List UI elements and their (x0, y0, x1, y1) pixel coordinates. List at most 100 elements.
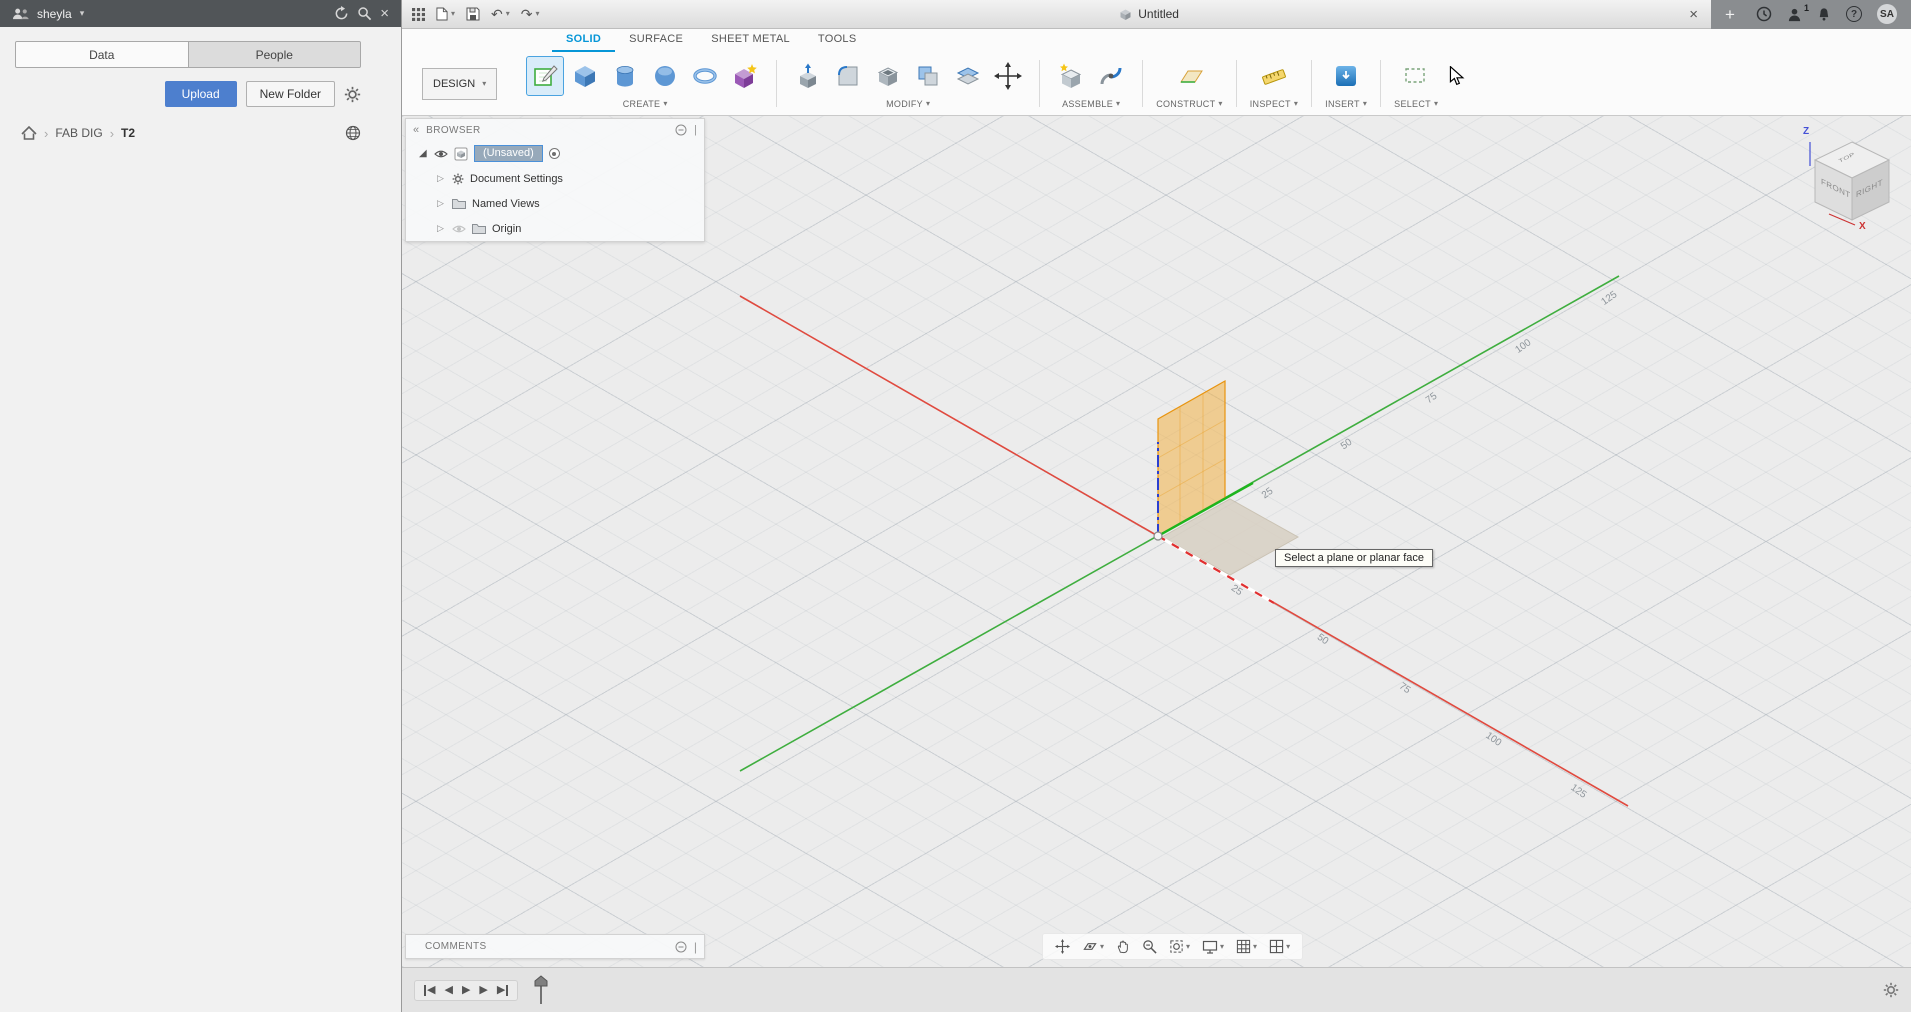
zoom-button[interactable] (1142, 939, 1157, 954)
browser-item-origin[interactable]: ▷ Origin (406, 216, 704, 241)
tab-tools[interactable]: TOOLS (804, 29, 871, 52)
minimize-circle-icon[interactable] (675, 124, 687, 136)
collapse-panel-icon[interactable]: « (413, 124, 419, 136)
move-button[interactable] (990, 57, 1026, 95)
inspect-group-dropdown[interactable]: INSPECT ▾ (1250, 96, 1298, 113)
construct-group-dropdown[interactable]: CONSTRUCT ▾ (1156, 96, 1223, 113)
save-button[interactable] (466, 7, 480, 21)
primitive-cylinder-button[interactable] (607, 57, 643, 95)
root-document-label[interactable]: (Unsaved) (474, 145, 543, 162)
help-icon[interactable]: ? (1846, 6, 1862, 22)
assemble-group-dropdown[interactable]: ASSEMBLE ▾ (1062, 96, 1120, 113)
team-name[interactable]: sheyla (37, 7, 72, 21)
refresh-icon[interactable] (334, 6, 349, 21)
tab-surface[interactable]: SURFACE (615, 29, 697, 52)
panel-grip-icon[interactable]: | (694, 940, 697, 954)
hand-pan-button[interactable] (1116, 939, 1130, 954)
fillet-button[interactable] (830, 57, 866, 95)
browser-item-document-settings[interactable]: ▷ Document Settings (406, 166, 704, 191)
redo-button[interactable]: ↷ ▾ (521, 7, 540, 21)
visibility-eye-icon[interactable] (434, 149, 448, 159)
create-form-button[interactable] (727, 57, 763, 95)
pan-button[interactable] (1055, 939, 1070, 954)
breadcrumb-folder[interactable]: T2 (121, 126, 135, 140)
timeline-skip-end-button[interactable]: ▶ (497, 984, 509, 996)
look-at-button[interactable]: ▾ (1082, 939, 1104, 954)
primitive-box-button[interactable] (567, 57, 603, 95)
globe-icon[interactable] (345, 125, 361, 141)
insert-button[interactable] (1328, 57, 1364, 95)
timeline-skip-start-button[interactable]: ◀ (424, 984, 435, 996)
document-tab[interactable]: Untitled (622, 7, 1676, 21)
expand-arrow-icon[interactable]: ◢ (419, 148, 428, 159)
primitive-torus-button[interactable] (687, 57, 723, 95)
data-settings-gear-icon[interactable] (344, 86, 361, 103)
display-settings-icon (1202, 940, 1218, 954)
measure-button[interactable] (1256, 57, 1292, 95)
titlebar-dark-strip: + 1 ? SA (1711, 0, 1911, 29)
select-button[interactable] (1398, 57, 1434, 95)
chevron-down-icon[interactable]: ▾ (80, 8, 85, 19)
tab-solid[interactable]: SOLID (552, 29, 616, 52)
navigation-bar: ▾ ▾ ▾ ▾ ▾ (1042, 933, 1304, 960)
grid-settings-button[interactable]: ▾ (1236, 939, 1257, 954)
select-group-dropdown[interactable]: SELECT ▾ (1394, 96, 1438, 113)
measure-icon (1262, 68, 1286, 85)
activate-component-radio[interactable] (548, 148, 560, 159)
split-body-button[interactable] (950, 57, 986, 95)
timeline-play-button[interactable]: ▶ (462, 984, 470, 996)
tab-people[interactable]: People (188, 42, 360, 67)
joint-button[interactable] (1093, 57, 1129, 95)
create-sketch-button[interactable] (526, 55, 565, 96)
origin-point[interactable] (1153, 531, 1163, 541)
comments-panel[interactable]: COMMENTS | (405, 934, 705, 959)
home-icon[interactable] (21, 126, 37, 140)
tab-sheet-metal[interactable]: SHEET METAL (697, 29, 804, 52)
browser-item-named-views[interactable]: ▷ Named Views (406, 191, 704, 216)
new-document-tab-button[interactable]: + (1719, 6, 1741, 23)
combine-button[interactable] (910, 57, 946, 95)
search-icon[interactable] (357, 6, 372, 21)
viewports-button[interactable]: ▾ (1269, 939, 1290, 954)
modify-group-dropdown[interactable]: MODIFY ▾ (886, 96, 930, 113)
panel-grip-icon[interactable]: | (694, 124, 697, 136)
user-avatar[interactable]: SA (1877, 4, 1897, 24)
viewcube[interactable]: TOP FRONT RIGHT Z X (1797, 126, 1907, 238)
upload-button[interactable]: Upload (164, 81, 237, 107)
timeline-settings-gear-icon[interactable] (1883, 982, 1899, 998)
collaboration-button[interactable]: 1 (1787, 3, 1809, 22)
close-document-icon[interactable]: × (1676, 6, 1711, 23)
shell-button[interactable] (870, 57, 906, 95)
expand-arrow-icon[interactable]: ▷ (437, 198, 446, 209)
timeline-step-back-button[interactable]: ◀ (444, 984, 452, 996)
create-group-dropdown[interactable]: CREATE ▾ (623, 96, 668, 113)
file-menu-button[interactable]: ▾ (436, 7, 455, 21)
breadcrumb-project[interactable]: FAB DIG (55, 126, 102, 140)
workspace-switcher[interactable]: DESIGN ▾ (422, 67, 498, 100)
viewport-3d[interactable]: 25 50 75 100 125 25 50 75 100 125 Select… (402, 116, 1911, 967)
expand-arrow-icon[interactable]: ▷ (437, 173, 446, 184)
insert-group-dropdown[interactable]: INSERT ▾ (1325, 96, 1367, 113)
notifications-bell-icon[interactable] (1817, 7, 1831, 22)
expand-arrow-icon[interactable]: ▷ (437, 223, 446, 234)
construct-plane-button[interactable] (1171, 57, 1207, 95)
timeline-position-marker[interactable] (534, 975, 548, 1005)
undo-button[interactable]: ↶ ▾ (491, 7, 510, 21)
document-title: Untitled (1138, 7, 1179, 21)
visibility-eye-off-icon[interactable] (452, 224, 466, 234)
timeline-step-forward-button[interactable]: ▶ (479, 984, 487, 996)
job-status-icon[interactable] (1756, 6, 1772, 22)
display-settings-button[interactable]: ▾ (1202, 940, 1224, 954)
viewcube-cube-icon[interactable] (1797, 126, 1907, 238)
press-pull-button[interactable] (790, 57, 826, 95)
new-folder-button[interactable]: New Folder (245, 81, 335, 107)
browser-root-row[interactable]: ◢ (Unsaved) (406, 141, 704, 166)
new-component-button[interactable] (1053, 57, 1089, 95)
scene-canvas[interactable] (402, 116, 1911, 967)
app-grid-icon[interactable] (412, 7, 425, 21)
close-data-panel-icon[interactable]: × (380, 6, 389, 21)
primitive-sphere-button[interactable] (647, 57, 683, 95)
minimize-circle-icon[interactable] (675, 941, 687, 953)
tab-data[interactable]: Data (16, 42, 189, 67)
fit-view-button[interactable]: ▾ (1169, 939, 1190, 954)
